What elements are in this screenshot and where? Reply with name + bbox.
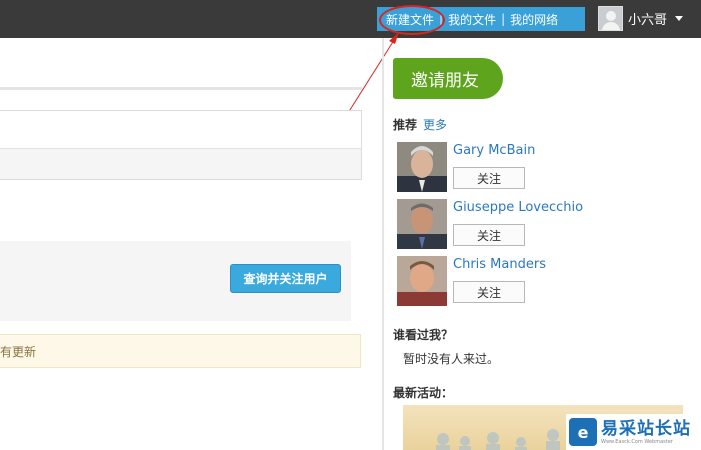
recommended-user: Gary McBain 关注 <box>397 142 577 194</box>
user-name-link[interactable]: Gary McBain <box>453 143 535 158</box>
watermark-brand: 易采站长站 <box>601 418 691 439</box>
user-photo[interactable] <box>397 256 447 306</box>
content-divider <box>0 87 362 90</box>
activity-title: 最新活动： <box>393 386 454 400</box>
watermark-sub: Www.Easck.Com Webmaster <box>601 438 673 445</box>
who-viewed-title: 谁看过我？ <box>393 328 454 342</box>
user-photo[interactable] <box>397 199 447 249</box>
person-photo-icon <box>397 256 447 306</box>
annotation-arrow <box>347 32 399 114</box>
post-box-toolbar <box>0 148 361 179</box>
find-and-follow-button[interactable]: 查询并关注用户 <box>230 264 341 293</box>
follow-button[interactable]: 关注 <box>453 224 525 246</box>
user-photo[interactable] <box>397 142 447 192</box>
notice-text: 没有更新 <box>0 344 37 359</box>
recommend-title: 推荐 <box>393 118 418 132</box>
recommended-user: Giuseppe Lovecchio 关注 <box>397 199 583 251</box>
user-name-link[interactable]: Giuseppe Lovecchio <box>453 200 583 215</box>
user-name-link[interactable]: Chris Manders <box>453 257 546 272</box>
follow-button[interactable]: 关注 <box>453 167 525 189</box>
update-notice: 没有更新 <box>0 334 361 368</box>
more-link[interactable]: 更多 <box>423 116 447 133</box>
post-box[interactable] <box>0 110 362 180</box>
recommended-user: Chris Manders 关注 <box>397 256 577 308</box>
column-separator <box>382 38 384 450</box>
who-viewed-text: 暂时没有人来过。 <box>403 352 500 366</box>
person-photo-icon <box>397 199 447 249</box>
follow-button[interactable]: 关注 <box>453 281 525 303</box>
watermark-logo-icon: e <box>569 418 597 446</box>
watermark: e 易采站长站 Www.Easck.Com Webmaster <box>566 414 701 450</box>
person-photo-icon <box>397 142 447 192</box>
invite-friends-button[interactable]: 邀请朋友 <box>393 58 503 99</box>
